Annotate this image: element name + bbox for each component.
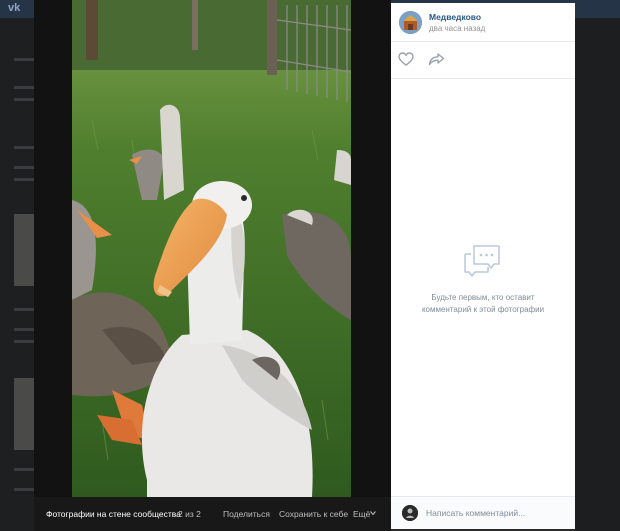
album-link[interactable]: Фотографии на стене сообщества bbox=[46, 509, 181, 519]
photo-image bbox=[72, 0, 351, 497]
more-button[interactable]: Ещё bbox=[353, 509, 370, 519]
feed-thumbnail bbox=[14, 378, 36, 450]
photo-counter: 2 из 2 bbox=[178, 509, 201, 519]
site-logo[interactable]: vk bbox=[8, 2, 30, 14]
save-to-profile-button[interactable]: Сохранить к себе bbox=[279, 509, 348, 519]
comment-composer bbox=[391, 496, 575, 529]
user-avatar-icon bbox=[402, 505, 418, 521]
comments-icon bbox=[464, 245, 500, 277]
photo-bottom-bar: Фотографии на стене сообщества 2 из 2 По… bbox=[34, 497, 391, 531]
photo-side-panel: Медведково два часа назад Будьте первым,… bbox=[391, 3, 575, 529]
photo-actions bbox=[391, 42, 575, 79]
comment-input[interactable] bbox=[426, 505, 566, 521]
background-sidebar bbox=[575, 18, 620, 531]
no-comments-line-1: Будьте первым, кто оставит bbox=[431, 293, 535, 302]
post-timestamp[interactable]: два часа назад bbox=[429, 24, 485, 33]
no-comments-message: Будьте первым, кто оставит комментарий к… bbox=[391, 292, 575, 316]
community-avatar[interactable] bbox=[399, 11, 422, 34]
share-button[interactable]: Поделиться bbox=[223, 509, 270, 519]
heart-icon[interactable] bbox=[398, 52, 414, 66]
share-arrow-icon[interactable] bbox=[428, 52, 445, 66]
avatar-image-icon bbox=[399, 11, 422, 34]
goose-photo[interactable] bbox=[72, 0, 351, 497]
community-name-link[interactable]: Медведково bbox=[429, 12, 481, 22]
post-header: Медведково два часа назад bbox=[391, 3, 575, 42]
feed-thumbnail bbox=[14, 214, 36, 286]
chevron-down-icon[interactable] bbox=[370, 510, 376, 516]
no-comments-line-2: комментарий к этой фотографии bbox=[421, 305, 545, 314]
current-user-avatar bbox=[402, 505, 418, 521]
